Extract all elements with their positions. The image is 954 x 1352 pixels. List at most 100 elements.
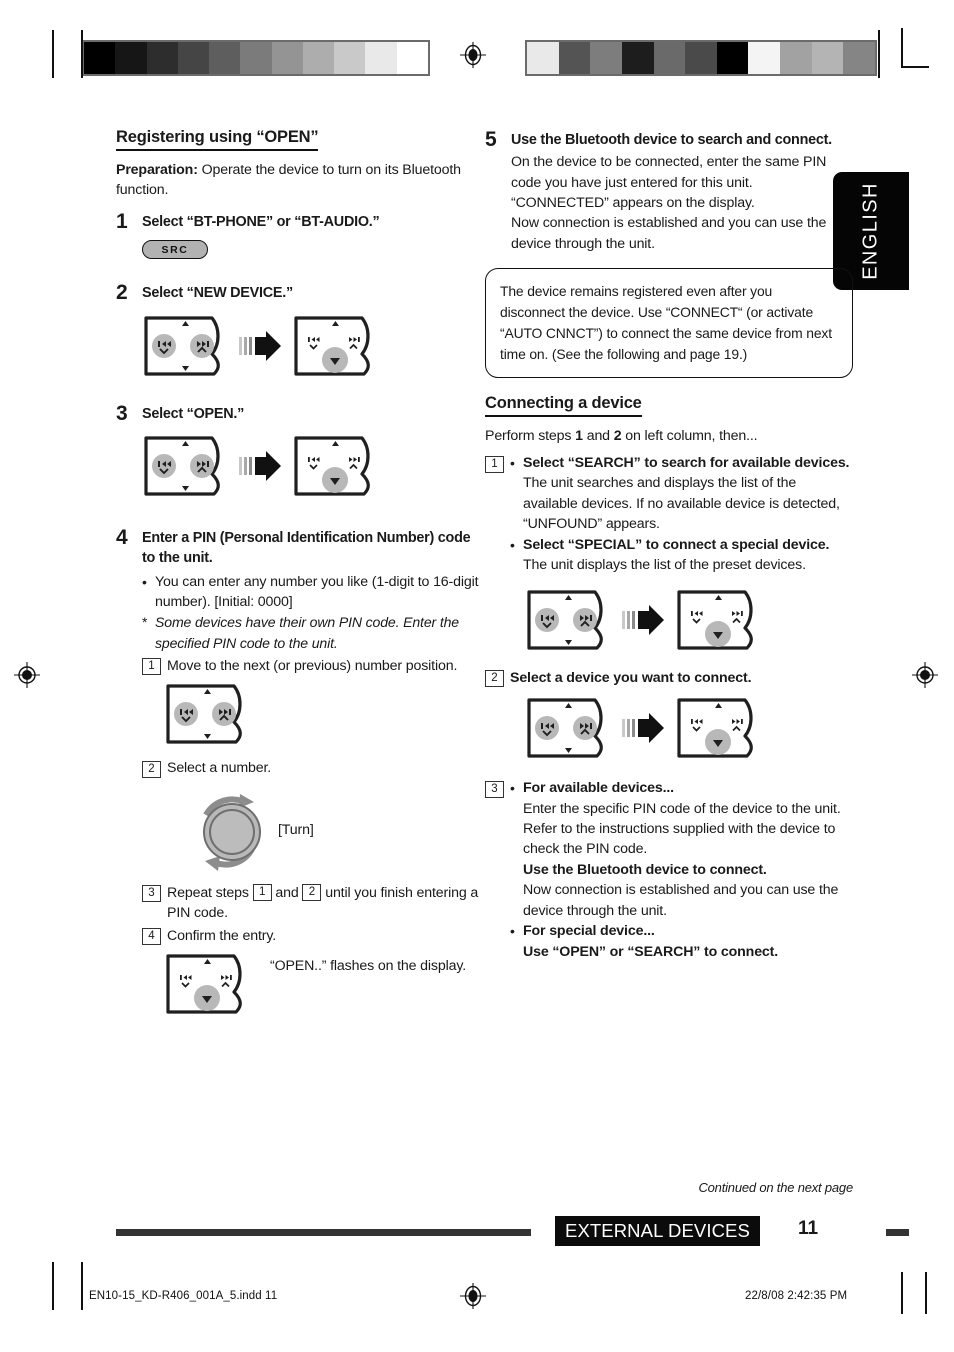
arrow-right-icon <box>622 603 666 637</box>
bullet-dot-icon: • <box>510 455 515 472</box>
special-option-title: Select “SPECIAL” to connect a special de… <box>523 536 830 553</box>
connecting-substep-3: 3 • For available devices... Enter the s… <box>485 778 853 962</box>
control-panel-down-button-icon <box>675 588 763 652</box>
intro-text-c: on left column, then... <box>621 427 758 444</box>
substep-3-text-a: Repeat steps <box>167 884 253 901</box>
substep-3-text-b: and <box>271 884 303 901</box>
substep-number-badge: 2 <box>142 760 161 778</box>
crop-mark <box>52 30 54 78</box>
section-heading-registering: Registering using “OPEN” <box>116 128 319 151</box>
print-timestamp: 22/8/08 2:42:35 PM <box>745 1290 848 1302</box>
control-panel-down-button-icon <box>164 952 252 1016</box>
step-5-title: Use the Bluetooth device to search and c… <box>511 132 832 148</box>
step-2-diagram <box>142 314 484 378</box>
step-4: 4 Enter a PIN (Personal Identification N… <box>116 526 484 1016</box>
arrow-right-icon <box>622 711 666 745</box>
control-panel-two-buttons-icon <box>525 588 613 652</box>
print-production-line: EN10-15_KD-R406_001A_5.indd 11 22/8/08 2… <box>0 1288 954 1310</box>
step-5-line-3: Now connection is established and you ca… <box>511 215 827 252</box>
step-5-number: 5 <box>485 128 497 151</box>
grayscale-calibration-strip-left <box>82 40 430 76</box>
step-1-number: 1 <box>116 209 128 233</box>
step-4-substep-1-diagram <box>164 682 484 746</box>
step-5: 5 Use the Bluetooth device to search and… <box>485 128 853 254</box>
control-panel-down-button-icon <box>292 434 380 498</box>
step-4-substep-3: 3 Repeat steps 1 and 2 until you finish … <box>142 883 484 924</box>
registration-mark-left <box>14 662 40 688</box>
step-3-title: Select “OPEN.” <box>142 405 245 422</box>
search-option-body: The unit searches and displays the list … <box>523 475 840 533</box>
step-2-number: 2 <box>116 281 128 305</box>
available-devices-body-c: Now connection is established and you ca… <box>523 882 839 919</box>
registration-mark-right <box>912 662 938 688</box>
crop-mark <box>901 28 903 68</box>
substep-number-badge: 4 <box>142 928 161 946</box>
intro-text-mid: and <box>582 427 614 444</box>
search-option-title: Select “SEARCH” to search for available … <box>523 455 850 472</box>
intro-step-ref-1: 1 <box>575 427 583 444</box>
page-number: 11 <box>798 1218 819 1239</box>
substep-number-badge: 2 <box>485 670 504 688</box>
note-box-text: The device remains registered even after… <box>500 283 832 362</box>
substep-number-badge: 3 <box>142 885 161 903</box>
step-4-substep-4-diagram: “OPEN..” flashes on the display. <box>164 952 484 1016</box>
source-filename: EN10-15_KD-R406_001A_5.indd 11 <box>89 1290 278 1302</box>
left-column: Registering using “OPEN” Preparation: Op… <box>116 128 484 1022</box>
control-panel-down-button-icon <box>292 314 380 378</box>
connecting-intro: Perform steps 1 and 2 on left column, th… <box>485 426 853 446</box>
registration-mark-top <box>460 42 486 68</box>
substep-number-badge: 1 <box>485 455 504 473</box>
connecting-substep-1-bullet-2: • Select “SPECIAL” to connect a special … <box>510 535 853 576</box>
connecting-substep-2-diagram <box>525 696 853 760</box>
asterisk-icon: * <box>142 614 148 631</box>
control-panel-two-buttons-icon <box>164 682 252 746</box>
arrow-right-icon <box>239 449 283 483</box>
step-3-number: 3 <box>116 401 128 425</box>
substep-number-badge: 3 <box>485 780 504 798</box>
manual-page: ENGLISH Registering using “OPEN” Prepara… <box>0 0 954 1352</box>
section-heading-connecting: Connecting a device <box>485 394 642 417</box>
connecting-substep-3-bullet-2: • For special device... Use “OPEN” or “S… <box>510 921 853 962</box>
step-4-substep-1-text: Move to the next (or previous) number po… <box>167 657 458 674</box>
control-panel-two-buttons-icon <box>142 314 230 378</box>
bullet-dot-icon: • <box>510 780 515 797</box>
step-4-number: 4 <box>116 526 128 550</box>
step-1-title: Select “BT-PHONE” or “BT-AUDIO.” <box>142 213 380 230</box>
footer-rule-left <box>116 1229 531 1236</box>
connecting-substep-2-title: Select a device you want to connect. <box>510 669 752 686</box>
step-4-knob-diagram: [Turn] <box>190 787 484 873</box>
bullet-dot-icon: • <box>142 573 147 590</box>
step-4-title: Enter a PIN (Personal Identification Num… <box>142 530 471 567</box>
crop-mark <box>901 66 929 68</box>
available-devices-body-b: Refer to the instructions supplied with … <box>523 820 836 858</box>
crop-mark <box>81 30 83 78</box>
step-4-bullet: • You can enter any number you like (1-d… <box>142 572 484 613</box>
connecting-substep-2: 2 Select a device you want to connect. <box>485 668 853 688</box>
step-4-bullet-text: You can enter any number you like (1-dig… <box>155 573 479 610</box>
step-4-substep-4-text: Confirm the entry. <box>167 927 276 944</box>
intro-text-a: Perform steps <box>485 427 576 444</box>
footer-bar: EXTERNAL DEVICES 11 <box>116 1216 909 1246</box>
step-2-title: Select “NEW DEVICE.” <box>142 285 293 302</box>
connecting-substep-1-bullet-1: • Select “SEARCH” to search for availabl… <box>510 453 853 535</box>
language-tab-label: ENGLISH <box>859 182 882 280</box>
step-3-diagram <box>142 434 484 498</box>
step-2: 2 Select “NEW DEVICE.” <box>116 281 484 305</box>
src-button[interactable]: SRC <box>142 240 208 260</box>
bullet-dot-icon: • <box>510 923 515 940</box>
preparation-paragraph: Preparation: Operate the device to turn … <box>116 160 484 201</box>
crop-mark <box>878 30 880 78</box>
step-4-substep-2-text: Select a number. <box>167 760 272 777</box>
substep-number-badge: 1 <box>142 658 161 676</box>
available-devices-bold-line: Use the Bluetooth device to connect. <box>523 861 767 878</box>
special-device-title: For special device... <box>523 923 655 940</box>
bullet-dot-icon: • <box>510 536 515 553</box>
control-panel-down-button-icon <box>675 696 763 760</box>
step-5-line-2: “CONNECTED” appears on the display. <box>511 195 755 212</box>
connecting-substep-1: 1 • Select “SEARCH” to search for availa… <box>485 453 853 576</box>
arrow-right-icon <box>239 329 283 363</box>
control-panel-two-buttons-icon <box>142 434 230 498</box>
knob-turn-label: [Turn] <box>278 821 314 838</box>
preparation-label: Preparation: <box>116 161 198 178</box>
step-5-line-1: On the device to be connected, enter the… <box>511 154 827 191</box>
